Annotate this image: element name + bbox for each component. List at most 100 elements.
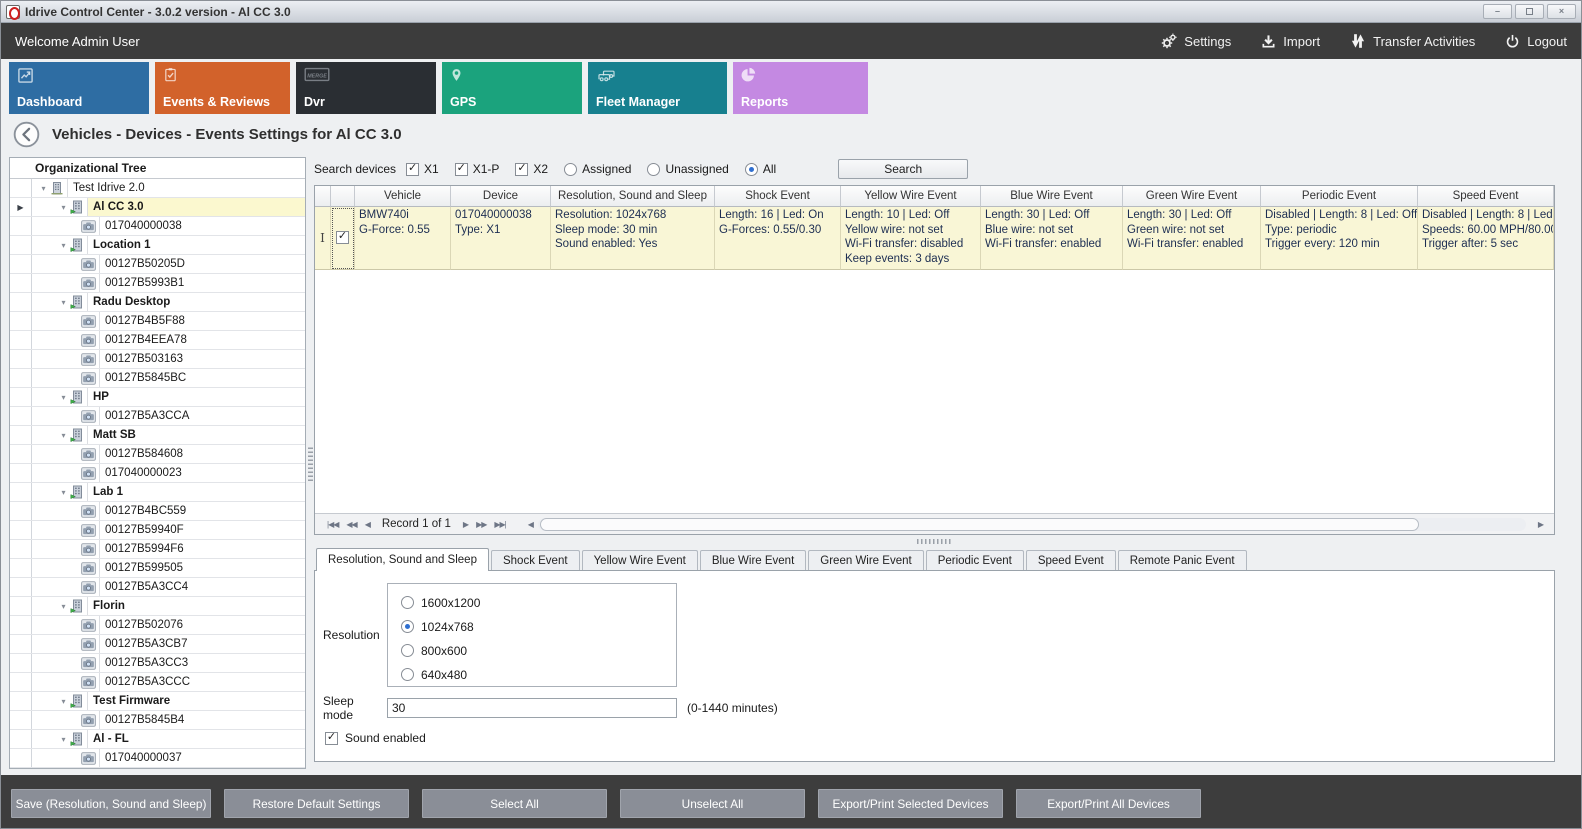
next-page-button[interactable]: ▶▶ [476, 520, 486, 529]
tree-item-label[interactable]: Radu Desktop [87, 293, 305, 311]
transfer-activities-button[interactable]: Transfer Activities [1350, 33, 1475, 49]
tree-item-label[interactable]: Florin [87, 597, 305, 615]
device-grid-row[interactable]: I✓BMW740i G-Force: 0.55017040000038 Type… [315, 207, 1554, 270]
resolution-option-1024x768[interactable]: 1024x768 [401, 615, 676, 638]
export-print-all-devices-button[interactable]: Export/Print All Devices [1016, 789, 1201, 818]
tree-item-label[interactable]: HP [87, 388, 305, 406]
tab-resolution-sound-and-sleep[interactable]: Resolution, Sound and Sleep [316, 548, 489, 571]
search-button[interactable]: Search [838, 159, 968, 179]
tree-item-label[interactable]: Al - FL [87, 730, 305, 748]
tile-gps[interactable]: GPS [442, 62, 582, 114]
export-print-selected-devices-button[interactable]: Export/Print Selected Devices [818, 789, 1003, 818]
filter-checkbox-x1-p[interactable]: ✓X1-P [455, 162, 500, 176]
logout-button[interactable]: Logout [1505, 34, 1567, 49]
tree-expander-icon[interactable]: ▾ [57, 241, 70, 250]
maximize-button[interactable] [1515, 4, 1544, 19]
tree-expander-icon[interactable]: ▾ [57, 393, 70, 402]
column-header-periodic-event[interactable]: Periodic Event [1261, 186, 1418, 207]
tree-expander-icon[interactable]: ▾ [57, 602, 70, 611]
tree-item-label[interactable]: 00127B4BC559 [99, 502, 305, 520]
filter-radio-all[interactable]: All [745, 162, 776, 176]
tree-item-label[interactable]: 00127B584608 [99, 445, 305, 463]
tree-item-label[interactable]: 00127B50205D [99, 255, 305, 273]
tree-item-label[interactable]: 00127B5A3CCA [99, 407, 305, 425]
tree-item-label[interactable]: 017040000038 [99, 217, 305, 235]
tile-events-reviews[interactable]: Events & Reviews [155, 62, 290, 114]
filter-checkbox-x1[interactable]: ✓X1 [406, 162, 439, 176]
next-record-button[interactable]: ▶ [463, 520, 468, 529]
tree-expander-icon[interactable]: ▾ [57, 298, 70, 307]
tree-item-label[interactable]: 00127B59940F [99, 521, 305, 539]
tree-expander-icon[interactable]: ▾ [57, 203, 70, 212]
tree-item-label[interactable]: Location 1 [87, 236, 305, 254]
column-header-shock-event[interactable]: Shock Event [715, 186, 841, 207]
tree-item-label[interactable]: 00127B502076 [99, 616, 305, 634]
settings-button[interactable]: Settings [1161, 33, 1231, 49]
scrollbar-thumb[interactable] [540, 518, 1419, 531]
previous-record-button[interactable]: ◀ [365, 520, 370, 529]
tab-green-wire-event[interactable]: Green Wire Event [808, 550, 923, 570]
tree-item-label[interactable]: 00127B5845BC [99, 369, 305, 387]
tree-item-label[interactable]: 017040000037 [99, 749, 305, 767]
resolution-option-800x600[interactable]: 800x600 [401, 639, 676, 662]
tree-item-label[interactable]: Test Idrive 2.0 [67, 179, 305, 197]
tab-periodic-event[interactable]: Periodic Event [926, 550, 1024, 570]
import-button[interactable]: Import [1261, 34, 1320, 49]
tree-item-label[interactable]: Al CC 3.0 [87, 198, 305, 216]
tree-expander-icon[interactable]: ▾ [57, 697, 70, 706]
resolution-option-1600x1200[interactable]: 1600x1200 [401, 591, 676, 614]
filter-radio-unassigned[interactable]: Unassigned [647, 162, 728, 176]
sleep-mode-input[interactable] [387, 698, 677, 718]
tree-item-label[interactable]: 017040000023 [99, 464, 305, 482]
tree-item-label[interactable]: 00127B599505 [99, 559, 305, 577]
tile-reports[interactable]: Reports [733, 62, 868, 114]
tree-item-label[interactable]: 00127B5993B1 [99, 274, 305, 292]
tree-item-label[interactable]: 00127B5A3CCC [99, 673, 305, 691]
column-header-blue-wire-event[interactable]: Blue Wire Event [981, 186, 1123, 207]
tree-expander-icon[interactable]: ▾ [57, 488, 70, 497]
tab-speed-event[interactable]: Speed Event [1026, 550, 1116, 570]
tab-shock-event[interactable]: Shock Event [491, 550, 580, 570]
scroll-left-icon[interactable]: ◀ [528, 520, 534, 529]
previous-page-button[interactable]: ◀◀ [346, 520, 356, 529]
tree-item-label[interactable]: 00127B5A3CC4 [99, 578, 305, 596]
tile-fleet-manager[interactable]: Fleet Manager [588, 62, 727, 114]
column-header-resolution-sound-and-sleep[interactable]: Resolution, Sound and Sleep [551, 186, 715, 207]
tree-item-label[interactable]: Lab 1 [87, 483, 305, 501]
tree-expander-icon[interactable]: ▾ [57, 431, 70, 440]
back-button[interactable] [13, 121, 40, 148]
unselect-all-button[interactable]: Unselect All [620, 789, 805, 818]
save-resolution-sound-and-sleep-button[interactable]: Save (Resolution, Sound and Sleep) [11, 789, 211, 818]
minimize-button[interactable]: – [1483, 4, 1512, 19]
tree-item-label[interactable]: 00127B5845B4 [99, 711, 305, 729]
tree-item-label[interactable]: Matt SB [87, 426, 305, 444]
vertical-splitter[interactable] [306, 153, 314, 775]
tree-item-label[interactable]: Test Firmware [87, 692, 305, 710]
tree-item-label[interactable]: 00127B4B5F88 [99, 312, 305, 330]
tile-dashboard[interactable]: Dashboard [9, 62, 149, 114]
sound-enabled-checkbox[interactable]: ✓ [325, 732, 338, 745]
close-button[interactable]: × [1547, 4, 1576, 19]
scroll-right-icon[interactable]: ▶ [1538, 520, 1544, 529]
filter-radio-assigned[interactable]: Assigned [564, 162, 631, 176]
tree-item-label[interactable]: 00127B5A3CC3 [99, 654, 305, 672]
restore-default-settings-button[interactable]: Restore Default Settings [224, 789, 409, 818]
row-select-checkbox[interactable]: ✓ [331, 207, 355, 270]
tile-dvr[interactable]: MERGEDvr [296, 62, 436, 114]
select-all-button[interactable]: Select All [422, 789, 607, 818]
tab-yellow-wire-event[interactable]: Yellow Wire Event [582, 550, 698, 570]
tree-item-label[interactable]: 00127B503163 [99, 350, 305, 368]
resolution-option-640x480[interactable]: 640x480 [401, 663, 676, 686]
column-header-green-wire-event[interactable]: Green Wire Event [1123, 186, 1261, 207]
filter-checkbox-x2[interactable]: ✓X2 [515, 162, 548, 176]
first-record-button[interactable]: |◀◀ [327, 520, 338, 529]
column-header-speed-event[interactable]: Speed Event [1418, 186, 1554, 207]
horizontal-splitter[interactable] [314, 535, 1555, 547]
tree-expander-icon[interactable]: ▾ [57, 735, 70, 744]
tab-remote-panic-event[interactable]: Remote Panic Event [1118, 550, 1247, 570]
column-header-yellow-wire-event[interactable]: Yellow Wire Event [841, 186, 981, 207]
column-header-vehicle[interactable]: Vehicle [355, 186, 451, 207]
tab-blue-wire-event[interactable]: Blue Wire Event [700, 550, 806, 570]
column-header-device[interactable]: Device [451, 186, 551, 207]
tree-expander-icon[interactable]: ▾ [37, 184, 50, 193]
